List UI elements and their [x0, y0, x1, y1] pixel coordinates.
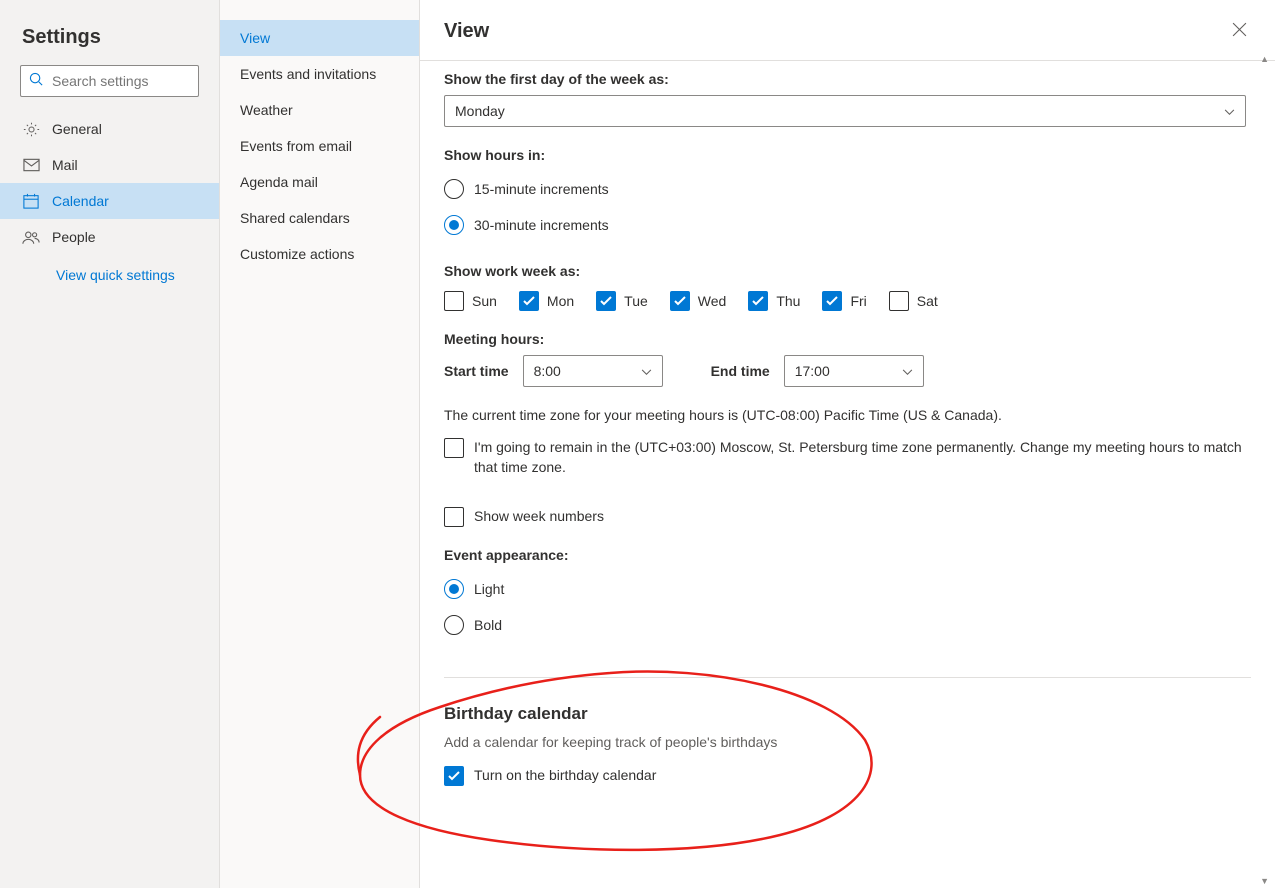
birthday-calendar-title: Birthday calendar: [444, 704, 1251, 724]
meeting-hours-label: Meeting hours:: [444, 331, 1251, 347]
day-fri[interactable]: Fri: [822, 291, 866, 311]
sub-item-customize-actions[interactable]: Customize actions: [220, 236, 419, 272]
start-time-label: Start time: [444, 363, 509, 379]
first-day-label: Show the first day of the week as:: [444, 71, 1251, 87]
day-tue[interactable]: Tue: [596, 291, 648, 311]
mail-icon: [22, 158, 40, 172]
radio-label: Bold: [474, 617, 502, 633]
end-time-label: End time: [711, 363, 770, 379]
show-hours-label: Show hours in:: [444, 147, 1251, 163]
radio-label: 30-minute increments: [474, 217, 609, 233]
first-day-value: Monday: [455, 103, 505, 119]
checkbox-label: Turn on the birthday calendar: [474, 766, 656, 786]
settings-title: Settings: [0, 18, 219, 65]
sub-item-weather[interactable]: Weather: [220, 92, 419, 128]
nav-mail[interactable]: Mail: [0, 147, 219, 183]
end-time-select[interactable]: 17:00: [784, 355, 924, 387]
gear-icon: [22, 121, 40, 138]
day-mon[interactable]: Mon: [519, 291, 574, 311]
radio-bold[interactable]: Bold: [444, 607, 1251, 643]
chevron-down-icon: [641, 363, 652, 379]
end-time-value: 17:00: [795, 363, 830, 379]
settings-sidebar: Settings General Mail Cal: [0, 0, 220, 888]
radio-light[interactable]: Light: [444, 571, 1251, 607]
timezone-permanent-checkbox[interactable]: I'm going to remain in the (UTC+03:00) M…: [444, 438, 1251, 477]
nav-label: Calendar: [52, 193, 109, 209]
search-field[interactable]: [44, 73, 190, 89]
work-week-days: Sun Mon Tue Wed Thu Fri Sat: [444, 291, 1251, 311]
checkbox-label: Show week numbers: [474, 507, 604, 527]
calendar-icon: [22, 193, 40, 209]
nav-label: General: [52, 121, 102, 137]
day-thu[interactable]: Thu: [748, 291, 800, 311]
first-day-select[interactable]: Monday: [444, 95, 1246, 127]
nav-general[interactable]: General: [0, 111, 219, 147]
birthday-calendar-desc: Add a calendar for keeping track of peop…: [444, 734, 1251, 750]
work-week-label: Show work week as:: [444, 263, 1251, 279]
search-icon: [29, 72, 44, 90]
scroll-up-icon: ▲: [1260, 54, 1269, 64]
day-sun[interactable]: Sun: [444, 291, 497, 311]
section-divider: [444, 677, 1251, 678]
day-sat[interactable]: Sat: [889, 291, 938, 311]
sub-item-shared-calendars[interactable]: Shared calendars: [220, 200, 419, 236]
people-icon: [22, 230, 40, 245]
search-settings-input[interactable]: [20, 65, 199, 97]
birthday-calendar-checkbox[interactable]: Turn on the birthday calendar: [444, 766, 1251, 786]
start-time-value: 8:00: [534, 363, 561, 379]
chevron-down-icon: [1224, 103, 1235, 119]
close-button[interactable]: [1228, 18, 1251, 44]
sub-settings-list: View Events and invitations Weather Even…: [220, 0, 420, 888]
content-panel: View Show the first day of the week as: …: [420, 0, 1275, 888]
nav-label: People: [52, 229, 96, 245]
sub-item-events-from-email[interactable]: Events from email: [220, 128, 419, 164]
checkbox-label: I'm going to remain in the (UTC+03:00) M…: [474, 438, 1251, 477]
radio-label: 15-minute increments: [474, 181, 609, 197]
event-appearance-label: Event appearance:: [444, 547, 1251, 563]
timezone-text: The current time zone for your meeting h…: [444, 405, 1251, 426]
radio-label: Light: [474, 581, 504, 597]
chevron-down-icon: [902, 363, 913, 379]
day-wed[interactable]: Wed: [670, 291, 727, 311]
scroll-down-icon: ▼: [1260, 876, 1269, 886]
radio-15min[interactable]: 15-minute increments: [444, 171, 1251, 207]
nav-label: Mail: [52, 157, 78, 173]
start-time-select[interactable]: 8:00: [523, 355, 663, 387]
nav-calendar[interactable]: Calendar: [0, 183, 219, 219]
scrollbar[interactable]: ▲ ▼: [1263, 56, 1271, 884]
sub-item-agenda-mail[interactable]: Agenda mail: [220, 164, 419, 200]
sub-item-view[interactable]: View: [220, 20, 419, 56]
view-quick-settings-link[interactable]: View quick settings: [0, 255, 219, 283]
sub-item-events-invitations[interactable]: Events and invitations: [220, 56, 419, 92]
show-week-numbers-checkbox[interactable]: Show week numbers: [444, 507, 1251, 527]
content-title: View: [444, 20, 489, 43]
nav-people[interactable]: People: [0, 219, 219, 255]
radio-30min[interactable]: 30-minute increments: [444, 207, 1251, 243]
